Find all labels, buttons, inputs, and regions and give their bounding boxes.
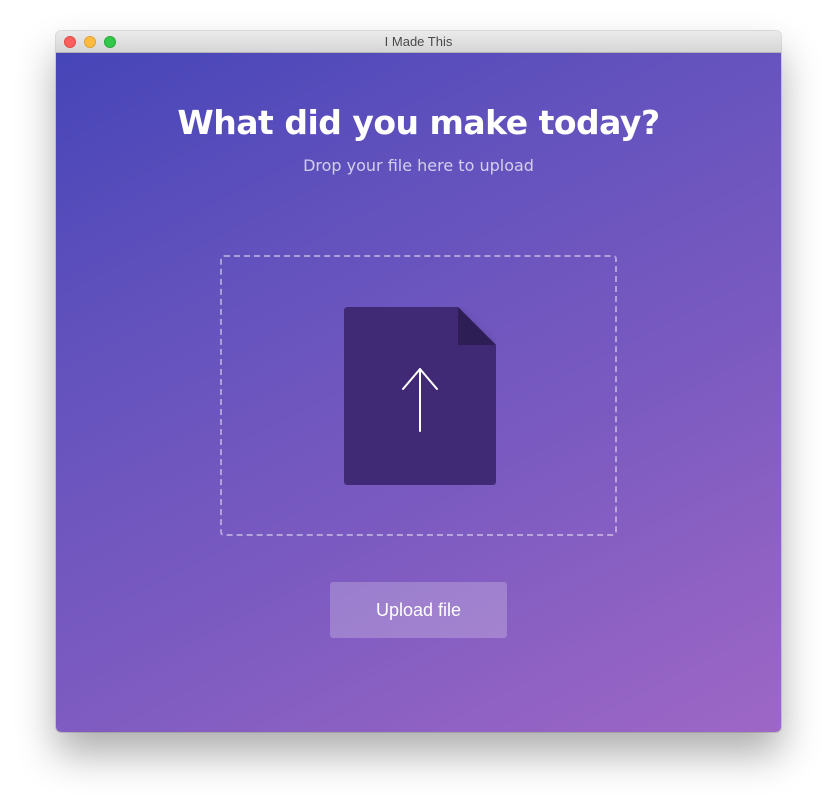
- main-content: What did you make today? Drop your file …: [56, 53, 781, 732]
- page-subtitle: Drop your file here to upload: [303, 156, 534, 175]
- window-title: I Made This: [384, 34, 453, 49]
- title-bar[interactable]: I Made This: [56, 31, 781, 53]
- app-window: I Made This What did you make today? Dro…: [56, 31, 781, 732]
- page-title: What did you make today?: [177, 103, 660, 142]
- file-upload-icon: [344, 307, 496, 485]
- upload-file-button[interactable]: Upload file: [330, 582, 507, 638]
- file-drop-zone[interactable]: [220, 255, 617, 536]
